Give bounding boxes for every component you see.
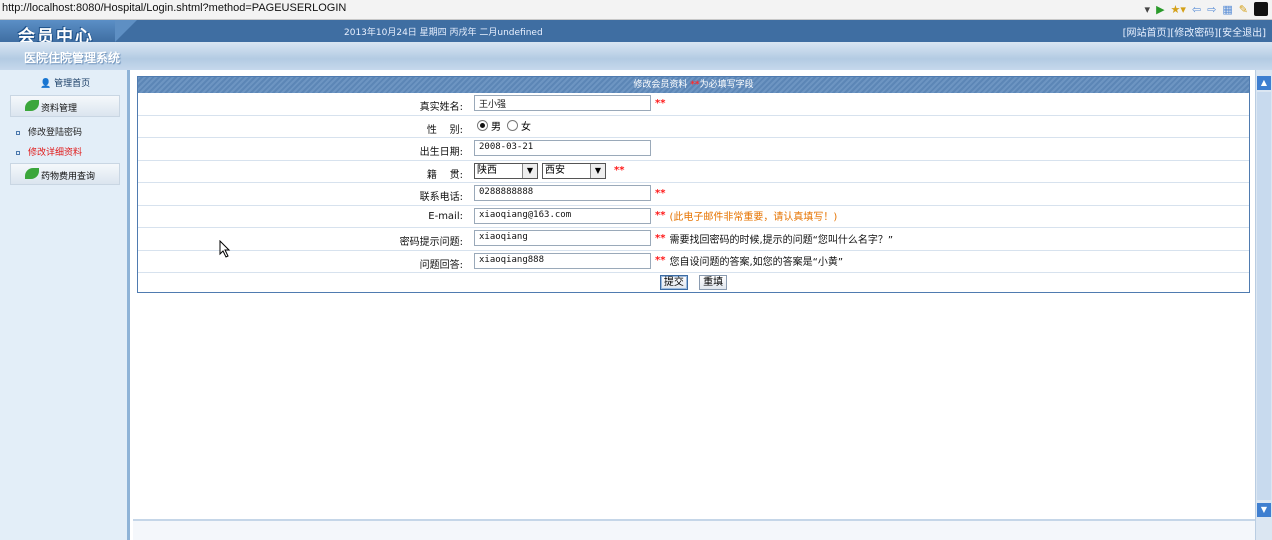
form-title: 修改会员资料 **为必填写字段 [138,77,1249,93]
sidebar-home-link[interactable]: 👤 管理首页 [40,76,90,89]
form-buttons: 提交 重填 [138,273,1249,290]
sidebar: 👤 管理首页 资料管理 修改登陆密码 修改详细资料 药物费用查询 [0,70,130,540]
scroll-down-icon[interactable]: ▼ [1257,503,1271,517]
row-email: E-mail: xiaoqiang@163.com ** (此电子邮件非常重要，… [138,206,1249,228]
chevron-down-icon: ▼ [522,163,537,178]
menu-icon[interactable] [1254,2,1268,16]
province-select[interactable]: 陕西 ▼ [474,162,538,179]
sidebar-item-change-password[interactable]: 修改登陆密码 [16,125,82,138]
required-mark: ** [655,210,666,221]
row-password-question: 密码提示问题: xiaoqiang ** 需要找回密码的时候,提示的问题“您叫什… [138,228,1249,251]
password-question-input[interactable]: xiaoqiang [474,230,651,246]
link-logout[interactable]: [安全退出] [1218,24,1266,39]
gender-male-label: 男 [491,121,501,133]
required-mark: ** [614,165,625,176]
email-input[interactable]: xiaoqiang@163.com [474,207,651,224]
birth-date-input[interactable]: 2008-03-21 [474,140,651,156]
main-content: 修改会员资料 **为必填写字段 真实姓名: 王小强 ** 性 别: 男 女 出生… [133,70,1255,540]
vertical-scrollbar[interactable]: ▲ ▼ [1255,70,1272,540]
dropdown-arrow-icon[interactable]: ▾ [1145,3,1151,16]
label-native-place: 籍 贯: [426,169,463,181]
row-password-answer: 问题回答: xiaoqiang888 ** 您自设问题的答案,如您的答案是“小黄… [138,251,1249,273]
main-bottom-bar [133,519,1255,540]
top-header: 会员中心 2013年10月24日 星期四 丙戌年 二月undefined [网站… [0,20,1272,47]
required-mark: ** [655,232,666,244]
row-phone: 联系电话: 0288888888 ** [138,183,1249,206]
leaf-icon [25,100,39,111]
row-real-name: 真实姓名: 王小强 ** [138,93,1249,116]
sidebar-section-profile[interactable]: 资料管理 [10,95,120,117]
scroll-thumb[interactable] [1257,92,1271,500]
label-gender: 性 别: [426,124,463,136]
sidebar-home-label: 管理首页 [54,79,91,89]
required-mark: ** [690,80,700,90]
email-hint: (此电子邮件非常重要，请认真填写！) [669,212,838,223]
bullet-icon [16,130,20,135]
page-icon[interactable]: ▦ [1222,3,1232,16]
tools-icon[interactable]: ✎ [1239,3,1248,16]
sidebar-item-edit-details[interactable]: 修改详细资料 [16,145,82,158]
submit-button[interactable]: 提交 [659,275,688,290]
current-date: 2013年10月24日 星期四 丙戌年 二月undefined [344,28,543,38]
real-name-input[interactable]: 王小强 [474,95,651,111]
top-links: [网站首页] [修改密码] [安全退出] [1123,24,1266,39]
label-password-question: 密码提示问题: [399,237,463,248]
required-mark: ** [655,97,666,109]
province-value: 陕西 [477,164,497,176]
user-icon: 👤 [40,79,52,89]
sidebar-section-medicine-fee[interactable]: 药物费用查询 [10,163,120,185]
sidebar-section-label: 药物费用查询 [41,172,96,182]
header-notch [115,20,137,42]
address-bar[interactable]: http://localhost:8080/Hospital/Login.sht… [2,2,346,14]
leaf-icon [25,168,39,179]
bullet-icon [16,150,20,155]
mouse-cursor-icon [219,240,231,258]
link-site-home[interactable]: [网站首页] [1123,24,1171,39]
label-email: E-mail: [428,210,463,222]
row-native-place: 籍 贯: 陕西 ▼ 西安 ▼ ** [138,161,1249,183]
sidebar-section-label: 资料管理 [41,104,78,114]
label-birth-date: 出生日期: [419,147,463,158]
required-mark: ** [655,187,666,199]
sidebar-item-label: 修改详细资料 [28,148,83,158]
gender-female-label: 女 [521,121,531,133]
label-real-name: 真实姓名: [419,102,463,113]
password-answer-hint: 您自设问题的答案,如您的答案是“小黄” [669,257,844,268]
row-gender: 性 别: 男 女 [138,116,1249,138]
phone-input[interactable]: 0288888888 [474,185,651,201]
password-answer-input[interactable]: xiaoqiang888 [474,252,651,269]
play-icon[interactable]: ▶ [1156,3,1164,16]
required-mark: ** [655,255,666,266]
favorites-star-icon[interactable]: ★▾ [1171,3,1186,16]
city-value: 西安 [545,164,565,176]
label-phone: 联系电话: [419,192,463,203]
password-question-hint: 需要找回密码的时候,提示的问题“您叫什么名字？” [669,234,894,246]
form-title-suffix: 为必填写字段 [699,80,754,90]
chevron-down-icon: ▼ [590,163,605,178]
system-name: 医院住院管理系统 [24,51,121,65]
sidebar-item-label: 修改登陆密码 [28,128,83,138]
form-title-text: 修改会员资料 [633,80,688,90]
edit-profile-form: 修改会员资料 **为必填写字段 真实姓名: 王小强 ** 性 别: 男 女 出生… [137,76,1250,293]
forward-arrow-icon[interactable]: ⇨ [1207,3,1216,16]
link-change-password[interactable]: [修改密码] [1170,24,1218,39]
reset-button[interactable]: 重填 [699,275,728,290]
scroll-up-icon[interactable]: ▲ [1257,76,1271,90]
sub-header: 医院住院管理系统 [0,42,1272,70]
browser-toolbar: http://localhost:8080/Hospital/Login.sht… [0,0,1272,20]
gender-male-radio[interactable] [477,119,488,131]
label-password-answer: 问题回答: [419,259,463,271]
city-select[interactable]: 西安 ▼ [542,162,606,179]
gender-female-radio[interactable] [507,119,518,131]
row-birth-date: 出生日期: 2008-03-21 [138,138,1249,161]
back-arrow-icon[interactable]: ⇦ [1192,3,1201,16]
browser-tools: ▾ ▶ ★▾ ⇦ ⇨ ▦ ✎ [1145,2,1268,16]
